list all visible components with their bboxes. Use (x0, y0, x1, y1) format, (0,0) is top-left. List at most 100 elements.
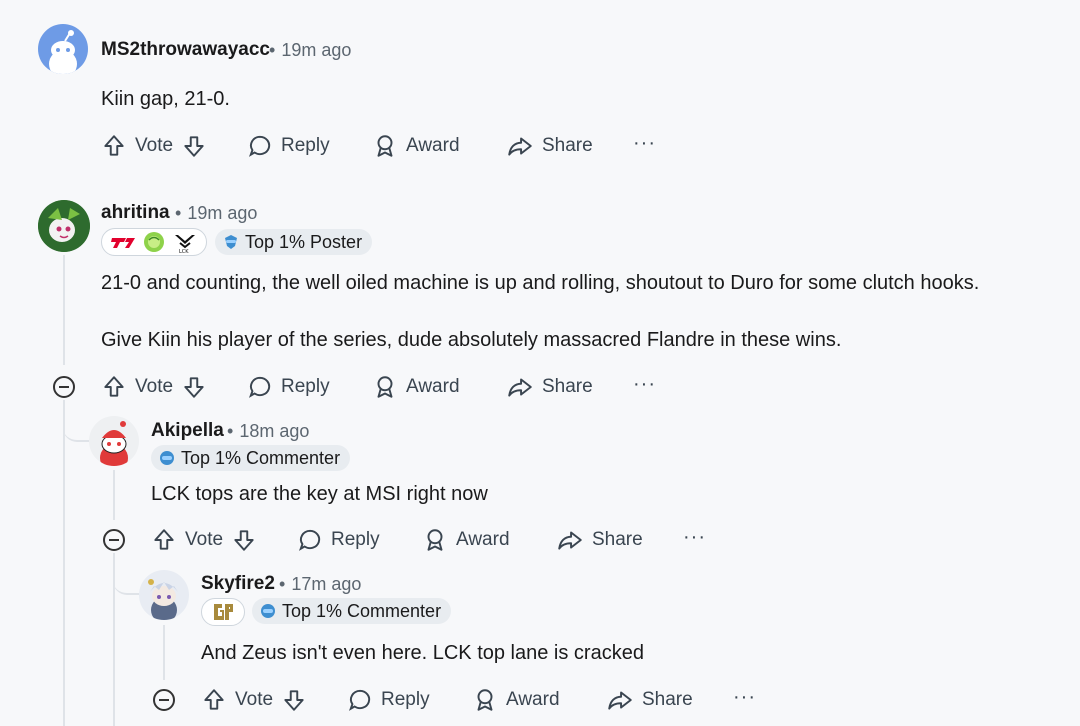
vote-control: Vote (101, 367, 207, 407)
user-flair: Top 1% Commenter (252, 598, 452, 624)
thread-connector (63, 400, 89, 442)
flair-badge-icon (261, 604, 275, 618)
flair-badge-icon (225, 235, 237, 249)
share-button[interactable]: Share (556, 520, 643, 560)
comment-bubble-icon (248, 135, 271, 157)
comment-time[interactable]: 17m ago (291, 574, 361, 594)
award-icon (377, 135, 393, 157)
award-button[interactable]: Award (422, 520, 510, 560)
upvote-icon[interactable] (201, 687, 227, 713)
comment-bubble-icon (348, 689, 371, 711)
more-options-button[interactable]: ··· (633, 132, 656, 155)
reply-label: Reply (381, 689, 430, 710)
flair-label: Top 1% Poster (245, 231, 363, 252)
reply-button[interactable]: Reply (347, 680, 430, 720)
comment-actions: Vote Reply Award Share ··· (101, 367, 701, 407)
thread-line[interactable] (63, 255, 65, 365)
user-flair: Top 1% Poster (215, 229, 373, 255)
award-label: Award (456, 529, 510, 550)
award-label: Award (506, 689, 560, 710)
avatar[interactable] (89, 416, 139, 466)
upvote-icon[interactable] (101, 133, 127, 159)
character-avatar-icon (38, 200, 90, 252)
vote-label: Vote (185, 529, 224, 550)
more-options-button[interactable]: ··· (733, 686, 756, 709)
downvote-icon[interactable] (281, 687, 307, 713)
upvote-icon[interactable] (101, 374, 127, 400)
flair-label: Top 1% Commenter (282, 600, 442, 621)
team-flairs (201, 598, 245, 626)
reply-button[interactable]: Reply (247, 367, 330, 407)
award-button[interactable]: Award (372, 126, 460, 166)
comment-body: LCK tops are the key at MSI right now (151, 483, 488, 505)
character-avatar-icon (148, 579, 178, 620)
share-icon (558, 531, 582, 550)
meta-dot: • (175, 203, 182, 223)
share-button[interactable]: Share (606, 680, 693, 720)
award-button[interactable]: Award (372, 367, 460, 407)
share-label: Share (642, 689, 693, 710)
award-icon (427, 529, 443, 551)
vote-label: Vote (135, 376, 174, 397)
share-label: Share (542, 135, 593, 156)
more-options-button[interactable]: ··· (633, 373, 656, 396)
reply-label: Reply (281, 376, 330, 397)
comment-time[interactable]: 19m ago (281, 40, 351, 60)
flair-badge-icon (160, 451, 174, 465)
reply-button[interactable]: Reply (297, 520, 380, 560)
avatar[interactable] (38, 200, 90, 252)
reply-button[interactable]: Reply (247, 126, 330, 166)
collapse-thread-button[interactable] (53, 376, 75, 398)
more-options-button[interactable]: ··· (683, 526, 706, 549)
reply-label: Reply (281, 135, 330, 156)
snoo-avatar-icon (100, 421, 128, 466)
award-label: Award (406, 135, 460, 156)
comment-time[interactable]: 18m ago (239, 421, 309, 441)
green-badge-icon (144, 232, 164, 252)
collapse-thread-button[interactable] (153, 689, 175, 711)
share-icon (508, 378, 532, 397)
comment-meta: • 19m ago (169, 203, 257, 224)
avatar[interactable] (139, 570, 189, 620)
downvote-icon[interactable] (231, 527, 257, 553)
collapse-thread-button[interactable] (103, 529, 125, 551)
avatar[interactable] (38, 24, 88, 74)
snoo-avatar-icon (49, 30, 77, 74)
reply-label: Reply (331, 529, 380, 550)
thread-line[interactable] (113, 470, 115, 520)
geng-logo-icon (214, 604, 233, 620)
meta-dot: • (269, 40, 276, 60)
vote-label: Vote (135, 135, 174, 156)
comment-meta: • 18m ago (221, 421, 309, 442)
vote-control: Vote (151, 520, 257, 560)
thread-line[interactable] (63, 400, 65, 726)
comment-time[interactable]: 19m ago (187, 203, 257, 223)
comment-author[interactable]: Skyfire2 (201, 573, 275, 595)
vote-label: Vote (235, 689, 274, 710)
award-icon (377, 376, 393, 398)
upvote-icon[interactable] (151, 527, 177, 553)
award-label: Award (406, 376, 460, 397)
award-button[interactable]: Award (472, 680, 560, 720)
flair-label: Top 1% Commenter (181, 447, 341, 468)
comment-author[interactable]: MS2throwawayacc (101, 39, 270, 61)
comment-body: Kiin gap, 21-0. (101, 88, 230, 110)
comment-actions: Vote Reply Award Share ··· (151, 520, 751, 560)
downvote-icon[interactable] (181, 133, 207, 159)
comment-author[interactable]: Akipella (151, 420, 224, 442)
share-button[interactable]: Share (506, 126, 593, 166)
comment-bubble-icon (248, 376, 271, 398)
share-label: Share (542, 376, 593, 397)
comment-bubble-icon (298, 529, 321, 551)
downvote-icon[interactable] (181, 374, 207, 400)
vote-control: Vote (201, 680, 307, 720)
comment-author[interactable]: ahritina (101, 202, 170, 224)
meta-dot: • (279, 574, 286, 594)
share-button[interactable]: Share (506, 367, 593, 407)
comment-body: And Zeus isn't even here. LCK top lane i… (201, 642, 644, 664)
comment-body: 21-0 and counting, the well oiled machin… (101, 272, 980, 294)
meta-dot: • (227, 421, 234, 441)
svg-text:LCK: LCK (179, 249, 189, 254)
vote-control: Vote (101, 126, 207, 166)
thread-line[interactable] (163, 625, 165, 680)
